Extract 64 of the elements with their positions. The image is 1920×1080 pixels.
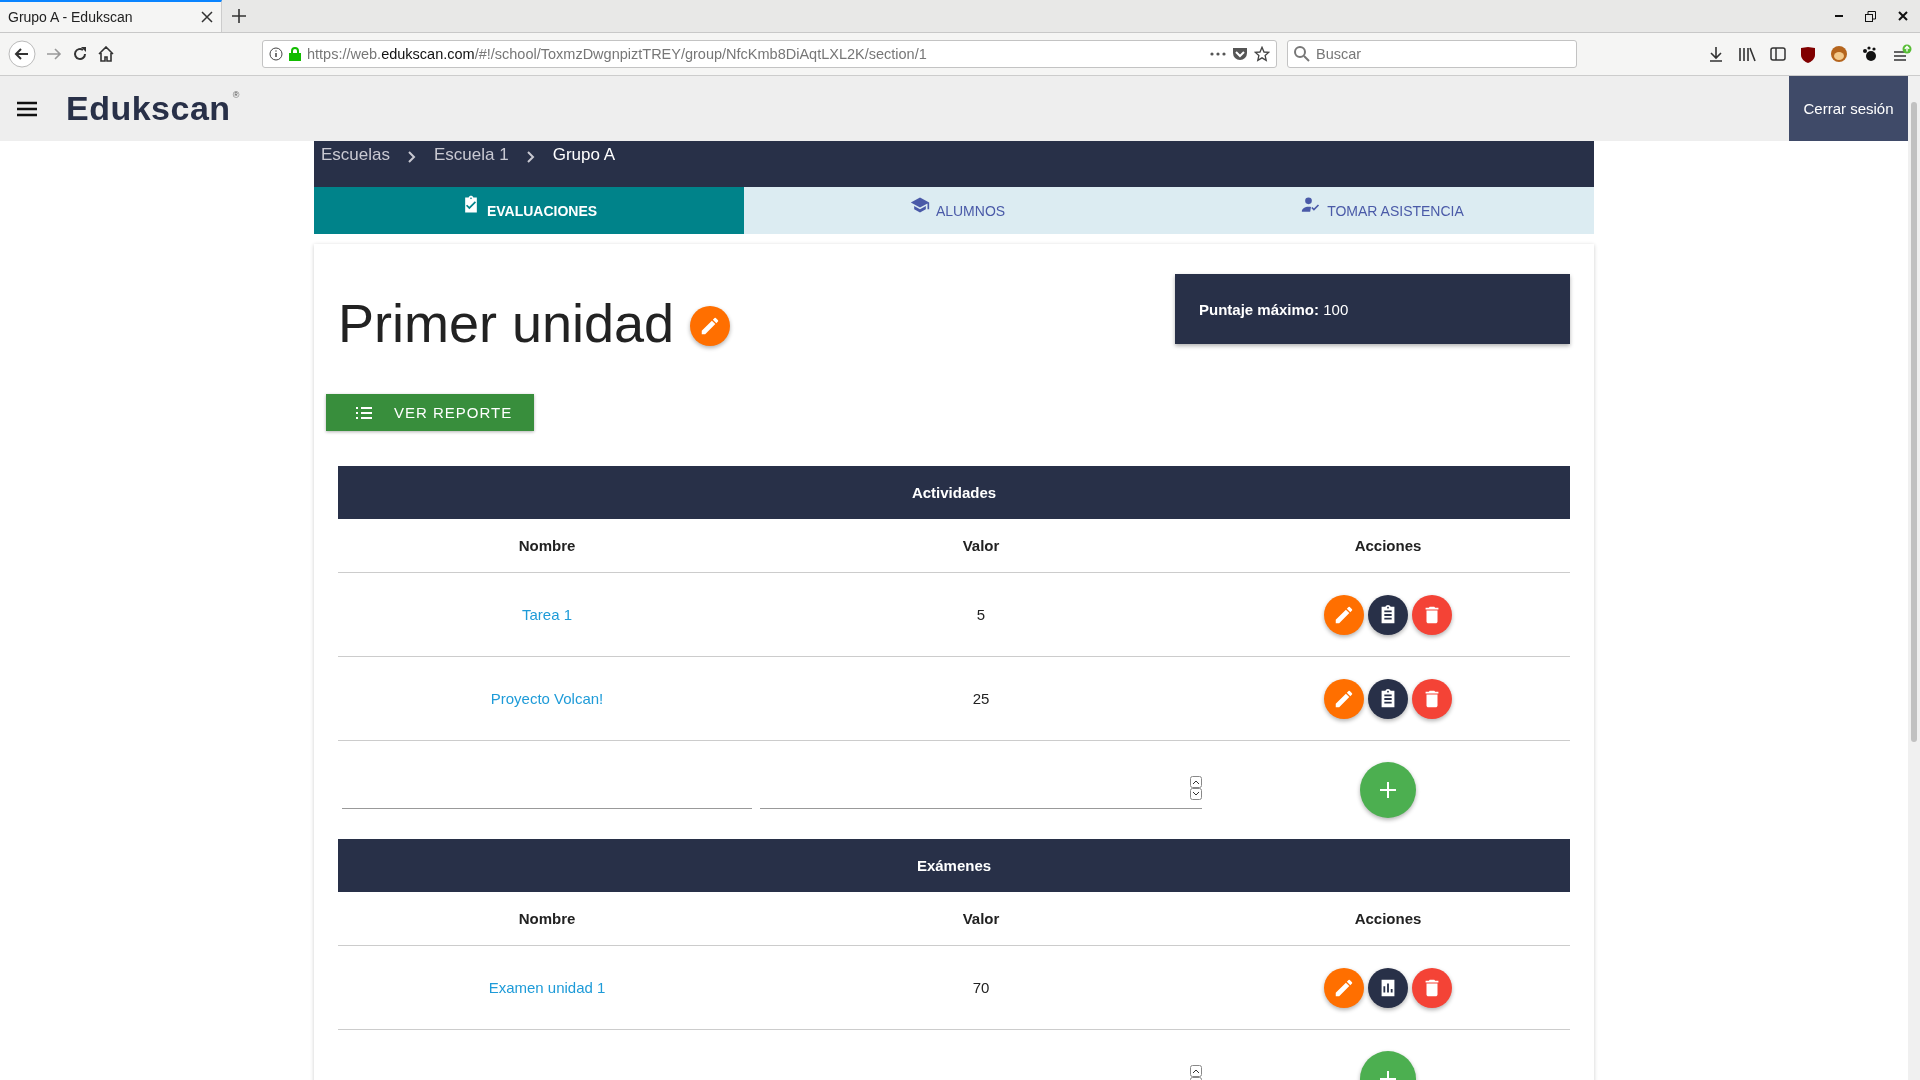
- page-title: Primer unidad: [338, 292, 675, 354]
- edit-button[interactable]: [690, 306, 731, 346]
- chevron-icon: [408, 151, 416, 163]
- delete-button[interactable]: [1412, 678, 1452, 719]
- column-header: Nombre: [338, 519, 756, 573]
- section-header: Actividades: [338, 466, 1570, 519]
- section-header: Exámenes: [338, 839, 1570, 892]
- star-icon[interactable]: [1254, 46, 1270, 62]
- spinner-icon[interactable]: [1190, 775, 1202, 800]
- results-button[interactable]: [1368, 967, 1408, 1008]
- tab[interactable]: EVALUACIONES: [314, 187, 744, 234]
- close-icon[interactable]: [1898, 11, 1908, 21]
- address-bar[interactable]: https://web.edukscan.com/#!/school/ToxmzDwgnpiztTREY/group/NfcKmb8DiAqtLXL2K/section/1: [262, 40, 1277, 68]
- column-header: Acciones: [1206, 892, 1570, 946]
- search-icon: [1294, 46, 1310, 62]
- sidebar-icon[interactable]: [1770, 47, 1786, 61]
- more-icon[interactable]: [1210, 52, 1226, 56]
- plus-icon: [1379, 781, 1397, 799]
- breadcrumb-link[interactable]: Escuelas: [321, 145, 390, 165]
- max-score-text: Puntaje máximo: 100: [1199, 300, 1349, 318]
- search-field[interactable]: Buscar: [1287, 40, 1577, 68]
- home-icon[interactable]: [98, 46, 114, 62]
- column-header: Valor: [756, 892, 1206, 946]
- forward-icon[interactable]: [46, 47, 62, 61]
- back-icon[interactable]: [8, 40, 36, 68]
- tab[interactable]: ALUMNOS: [744, 187, 1171, 234]
- breadcrumb-link[interactable]: Escuela 1: [434, 145, 509, 165]
- footprint-icon[interactable]: [1862, 46, 1878, 62]
- details-button[interactable]: [1368, 678, 1408, 719]
- tab[interactable]: TOMAR ASISTENCIA: [1171, 187, 1594, 234]
- table-cell: 25: [972, 690, 990, 707]
- table-cell: 70: [972, 979, 990, 996]
- report-button[interactable]: VER REPORTE: [326, 394, 534, 431]
- menu-icon[interactable]: [16, 100, 38, 117]
- item-link[interactable]: Proyecto Volcan!: [490, 690, 604, 707]
- column-header: Valor: [756, 519, 1206, 573]
- lock-icon: [289, 47, 301, 61]
- column-header: Acciones: [1206, 519, 1570, 573]
- breadcrumb-link[interactable]: Grupo A: [552, 145, 616, 165]
- value-field[interactable]: [760, 775, 1202, 809]
- library-icon[interactable]: [1738, 46, 1756, 62]
- table-cell: 5: [976, 606, 986, 623]
- browser-tab[interactable]: Grupo A - Edukscan: [0, 0, 222, 32]
- shield-icon[interactable]: [1800, 45, 1816, 63]
- restore-icon[interactable]: [1865, 10, 1876, 22]
- logo: Edukscan$^{®}$: [66, 89, 240, 128]
- close-icon[interactable]: [201, 11, 213, 23]
- item-link[interactable]: Examen unidad 1: [488, 979, 606, 996]
- delete-button[interactable]: [1412, 967, 1452, 1008]
- chevron-icon: [526, 151, 535, 163]
- details-button[interactable]: [1368, 594, 1408, 635]
- column-header: Nombre: [338, 892, 756, 946]
- minimize-icon[interactable]: [1835, 14, 1843, 18]
- delete-button[interactable]: [1412, 594, 1452, 635]
- scrollbar-thumb[interactable]: [1911, 102, 1917, 742]
- plus-icon[interactable]: [232, 9, 246, 23]
- info-icon: [269, 47, 283, 61]
- add-button[interactable]: [1360, 762, 1416, 818]
- item-link[interactable]: Tarea 1: [521, 606, 572, 623]
- list-icon: [356, 405, 372, 420]
- logout-button[interactable]: Cerrar sesión: [1789, 76, 1908, 141]
- download-icon[interactable]: [1708, 46, 1724, 62]
- reload-icon[interactable]: [72, 46, 88, 62]
- shield-icon[interactable]: [1232, 47, 1248, 61]
